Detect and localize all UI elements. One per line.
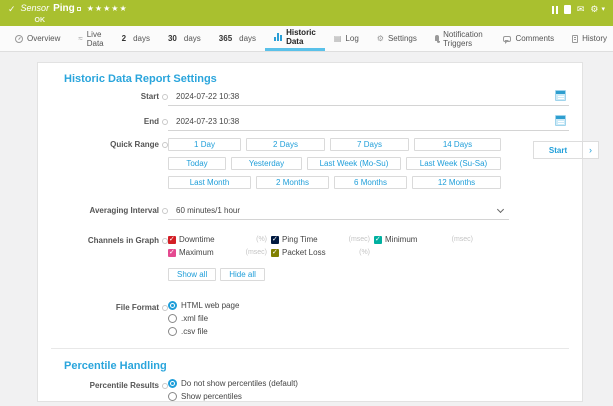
- file-format-row: File Format HTML web page .xml file .c: [38, 301, 569, 336]
- quick-range-yesterday-button[interactable]: Yesterday: [231, 157, 302, 170]
- radio-selected-icon[interactable]: [168, 301, 177, 310]
- channel-checkbox[interactable]: [168, 236, 176, 244]
- tab-settings[interactable]: ⚙ Settings: [368, 26, 426, 51]
- report-icon[interactable]: [564, 5, 571, 14]
- quick-range-7-days-button[interactable]: 7 Days: [330, 138, 409, 151]
- channel-maximum: Maximum (msec): [168, 248, 267, 257]
- end-row: End 2024-07-23 10:38: [38, 115, 569, 131]
- radio-icon[interactable]: [168, 327, 177, 336]
- sensor-type-label: Sensor: [21, 3, 50, 13]
- radio-icon[interactable]: [168, 314, 177, 323]
- sensor-name: Ping: [53, 3, 75, 14]
- channels-row: Channels in Graph Downtime (%) Ping Time: [38, 234, 569, 281]
- averaging-interval-row: Averaging Interval 60 minutes/1 hour: [38, 204, 569, 220]
- start-label: Start: [141, 92, 159, 101]
- file-format-xml-option[interactable]: .xml file: [168, 314, 569, 323]
- channel-downtime: Downtime (%): [168, 235, 267, 244]
- live-data-icon: ≈: [78, 35, 82, 43]
- channel-packet-loss: Packet Loss (%): [271, 248, 370, 257]
- channel-checkbox[interactable]: [168, 249, 176, 257]
- channels-in-graph-label: Channels in Graph: [88, 236, 159, 245]
- tab-bar: Overview ≈ Live Data 2 days 30 days 365 …: [0, 26, 613, 52]
- caret-down-icon[interactable]: ▾: [601, 5, 605, 14]
- bar-chart-icon: [274, 33, 282, 41]
- quick-range-14-days-button[interactable]: 14 Days: [414, 138, 501, 151]
- tab-live-data[interactable]: ≈ Live Data: [69, 26, 112, 51]
- quick-range-last-month-button[interactable]: Last Month: [168, 176, 251, 189]
- page-title: Historic Data Report Settings: [64, 73, 569, 85]
- status-ok-check-icon: ✓: [8, 4, 16, 15]
- prtg-sensor-page: ✓ Sensor Ping ★★★★★ OK ✉ ⚙ ▾ Overview ≈ …: [0, 0, 613, 406]
- log-icon: ▤: [334, 35, 342, 43]
- hide-all-button[interactable]: Hide all: [220, 268, 265, 281]
- section-divider: [51, 348, 569, 349]
- speech-bubble-icon: [503, 36, 511, 42]
- settings-card: Historic Data Report Settings Start 2024…: [37, 62, 583, 402]
- quick-range-last-week-mo-su-button[interactable]: Last Week (Mo-Su): [307, 157, 401, 170]
- tab-2-days[interactable]: 2 days: [113, 26, 159, 51]
- sensor-title-block: Sensor Ping ★★★★★ OK: [21, 3, 128, 24]
- radio-icon[interactable]: [168, 392, 177, 401]
- sensor-flag-icon: [77, 7, 81, 11]
- tab-overview[interactable]: Overview: [6, 26, 69, 51]
- file-format-csv-option[interactable]: .csv file: [168, 327, 569, 336]
- tab-30-days[interactable]: 30 days: [159, 26, 210, 51]
- quick-range-last-week-su-sa-button[interactable]: Last Week (Su-Sa): [406, 157, 501, 170]
- channel-minimum: Minimum (msec): [374, 235, 473, 244]
- channel-checkbox[interactable]: [374, 236, 382, 244]
- bell-icon: [435, 35, 439, 41]
- percentile-handling-title: Percentile Handling: [64, 360, 569, 372]
- start-button-chevron[interactable]: ›: [583, 141, 599, 159]
- pause-icon[interactable]: [552, 6, 558, 14]
- chevron-down-icon: [497, 206, 504, 213]
- tab-notification-triggers[interactable]: Notification Triggers: [426, 26, 495, 51]
- tab-log[interactable]: ▤ Log: [325, 26, 368, 51]
- averaging-interval-select[interactable]: 60 minutes/1 hour: [168, 204, 509, 220]
- tab-historic-data[interactable]: Historic Data: [265, 26, 325, 51]
- start-row: Start 2024-07-22 10:38: [38, 90, 569, 106]
- email-icon[interactable]: ✉: [577, 5, 585, 14]
- end-date-input[interactable]: 2024-07-23 10:38: [168, 115, 569, 131]
- percentile-results-label: Percentile Results: [90, 381, 159, 390]
- tab-history[interactable]: History: [563, 26, 613, 51]
- quick-range-today-button[interactable]: Today: [168, 157, 226, 170]
- percentile-results-row: Percentile Results Do not show percentil…: [38, 379, 569, 401]
- gear-icon[interactable]: ⚙: [590, 5, 598, 14]
- start-report-button-group: Start ›: [533, 141, 599, 159]
- percentile-show-option[interactable]: Show percentiles: [168, 392, 569, 401]
- channel-ping-time: Ping Time (msec): [271, 235, 370, 244]
- tab-365-days[interactable]: 365 days: [210, 26, 265, 51]
- file-format-html-option[interactable]: HTML web page: [168, 301, 569, 310]
- calendar-icon[interactable]: [555, 115, 566, 126]
- file-format-label: File Format: [116, 303, 159, 312]
- quick-range-1-day-button[interactable]: 1 Day: [168, 138, 241, 151]
- history-icon: [572, 35, 578, 43]
- gear-icon: ⚙: [377, 35, 384, 43]
- calendar-icon[interactable]: [555, 90, 566, 101]
- start-date-input[interactable]: 2024-07-22 10:38: [168, 90, 569, 106]
- end-label: End: [144, 117, 159, 126]
- show-all-button[interactable]: Show all: [168, 268, 216, 281]
- quick-range-row: Quick Range 1 Day 2 Days 7 Days 14 Days …: [38, 138, 569, 189]
- radio-selected-icon[interactable]: [168, 379, 177, 388]
- start-button[interactable]: Start: [533, 141, 583, 159]
- quick-range-2-months-button[interactable]: 2 Months: [256, 176, 329, 189]
- averaging-interval-label: Averaging Interval: [89, 206, 159, 215]
- sensor-status-text: OK: [35, 17, 128, 24]
- quick-range-2-days-button[interactable]: 2 Days: [246, 138, 325, 151]
- tab-comments[interactable]: Comments: [494, 26, 563, 51]
- priority-stars[interactable]: ★★★★★: [87, 4, 128, 13]
- sensor-header: ✓ Sensor Ping ★★★★★ OK ✉ ⚙ ▾: [0, 0, 613, 26]
- quick-range-12-months-button[interactable]: 12 Months: [412, 176, 501, 189]
- quick-range-6-months-button[interactable]: 6 Months: [334, 176, 407, 189]
- channel-checkbox[interactable]: [271, 236, 279, 244]
- quick-range-label: Quick Range: [110, 140, 159, 149]
- channel-checkbox[interactable]: [271, 249, 279, 257]
- gauge-icon: [15, 35, 23, 43]
- percentile-no-show-option[interactable]: Do not show percentiles (default): [168, 379, 569, 388]
